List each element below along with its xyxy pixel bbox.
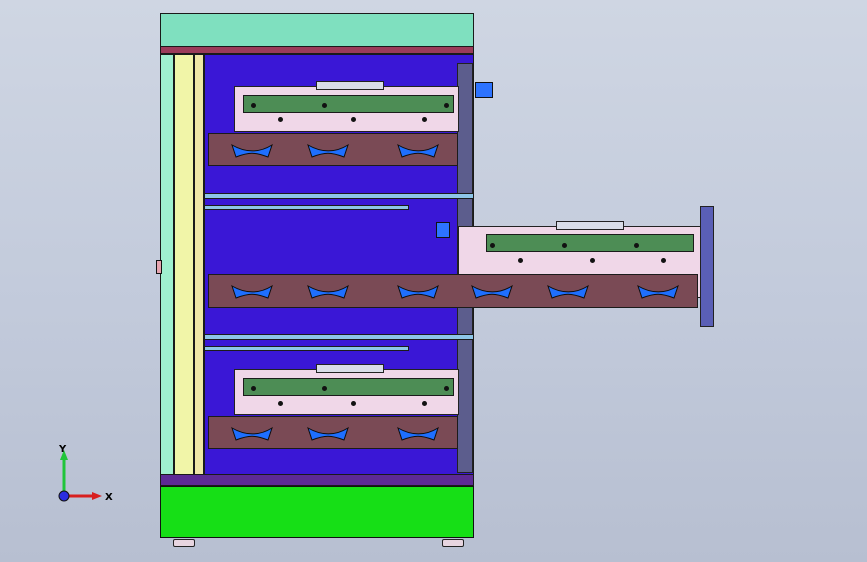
hole <box>444 103 449 108</box>
top-right-fitting[interactable] <box>475 82 493 98</box>
top-crossbar[interactable] <box>160 46 474 54</box>
drawer-top-rail[interactable] <box>243 95 454 113</box>
left-frame-post[interactable] <box>160 54 174 480</box>
hole <box>422 117 427 122</box>
hole <box>278 117 283 122</box>
hole <box>661 258 666 263</box>
x-axis-label: X <box>105 492 113 503</box>
slide-rail-upper[interactable] <box>204 193 474 199</box>
drawer-middle-rail[interactable] <box>486 234 694 252</box>
hole <box>590 258 595 263</box>
hole <box>562 243 567 248</box>
drawer-bottom-clips <box>231 426 439 441</box>
drawer-top-clips <box>231 143 439 158</box>
hole <box>322 103 327 108</box>
left-handle[interactable] <box>156 260 162 274</box>
machine-base[interactable] <box>160 486 474 538</box>
hole <box>351 117 356 122</box>
axis-triad: Y X <box>58 444 113 503</box>
hole <box>322 386 327 391</box>
drawer-bottom-label-plate <box>316 364 384 373</box>
foot-right <box>442 539 464 547</box>
drawer-middle-label-plate <box>556 221 624 230</box>
foot-left <box>173 539 195 547</box>
hole <box>444 386 449 391</box>
hole <box>422 401 427 406</box>
hole <box>351 401 356 406</box>
left-yellow-rail[interactable] <box>174 54 194 480</box>
drawer-middle-end-plate[interactable] <box>700 206 714 327</box>
hole <box>251 386 256 391</box>
hole <box>278 401 283 406</box>
middle-left-fitting[interactable] <box>436 222 450 238</box>
drawer-bottom-rail[interactable] <box>243 378 454 396</box>
left-yellow-rail-inner[interactable] <box>194 54 204 480</box>
bottom-strip[interactable] <box>160 474 474 486</box>
slide-rail-lower-inner[interactable] <box>204 346 409 351</box>
drawer-top-label-plate <box>316 81 384 90</box>
y-axis-label: Y <box>58 444 67 455</box>
hole <box>490 243 495 248</box>
slide-rail-lower[interactable] <box>204 334 474 340</box>
hole <box>251 103 256 108</box>
hole <box>518 258 523 263</box>
slide-rail-upper-inner[interactable] <box>204 205 409 210</box>
drawer-middle-clips <box>231 284 679 299</box>
top-panel[interactable] <box>160 13 474 48</box>
hole <box>634 243 639 248</box>
cad-viewport[interactable]: Y X <box>0 0 867 562</box>
